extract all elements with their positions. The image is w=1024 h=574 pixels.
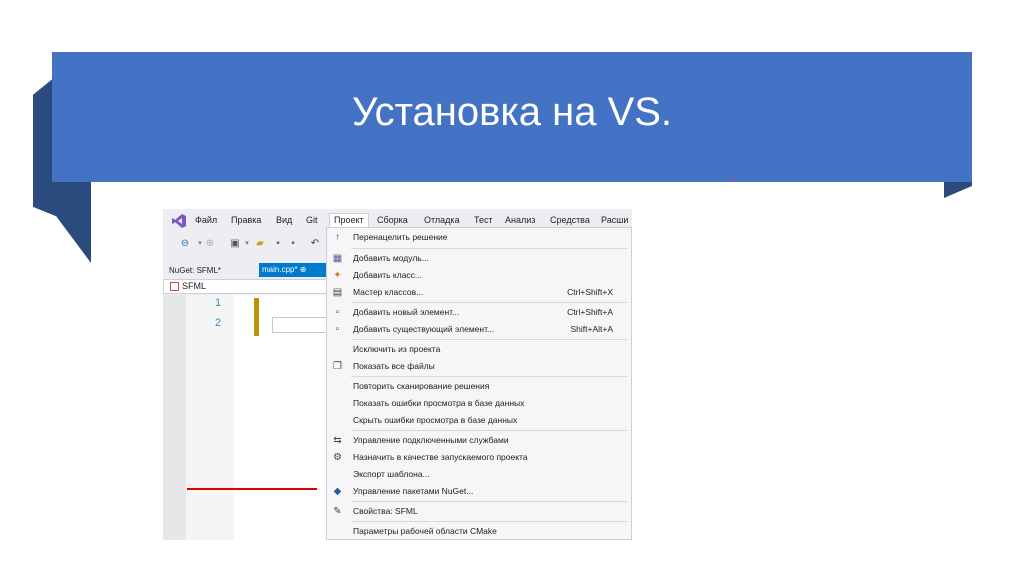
existing-item-icon: ▫ bbox=[335, 324, 340, 335]
line-number: 2 bbox=[215, 317, 222, 329]
line-number-gutter bbox=[186, 295, 234, 540]
back-icon[interactable]: ⊖ bbox=[179, 238, 191, 250]
gear-icon: ⚙ bbox=[333, 452, 342, 463]
menu-file[interactable]: Файл bbox=[195, 215, 217, 225]
class-wizard-icon: ▤ bbox=[332, 287, 343, 298]
menu-item-connected-services[interactable]: ⇆ Управление подключенными службами bbox=[327, 432, 631, 449]
menu-separator bbox=[351, 376, 627, 377]
menu-item-cmake-settings[interactable]: Параметры рабочей области CMake bbox=[327, 523, 631, 540]
code-editor[interactable]: 1 2 bbox=[163, 295, 328, 540]
menu-item-label: Свойства: SFML bbox=[353, 506, 418, 516]
red-underline-annotation bbox=[187, 488, 317, 490]
change-tracking-bar bbox=[254, 298, 259, 336]
services-icon: ⇆ bbox=[333, 435, 342, 446]
menu-item-manage-nuget[interactable]: ◆ Управление пакетами NuGet... bbox=[327, 483, 631, 500]
menu-item-hide-db-errors[interactable]: Скрыть ошибки просмотра в базе данных bbox=[327, 412, 631, 429]
menu-item-exclude[interactable]: Исключить из проекта bbox=[327, 341, 631, 358]
menu-item-retarget[interactable]: ↑ Перенацелить решение bbox=[327, 229, 631, 246]
menu-item-rescan[interactable]: Повторить сканирование решения bbox=[327, 378, 631, 395]
tab-main-cpp[interactable]: main.cpp* ⊕ bbox=[259, 263, 328, 277]
menu-item-label: Повторить сканирование решения bbox=[353, 381, 490, 391]
menu-item-shortcut: Ctrl+Shift+A bbox=[567, 307, 613, 317]
menu-item-label: Скрыть ошибки просмотра в базе данных bbox=[353, 415, 518, 425]
menu-project[interactable]: Проект bbox=[329, 213, 369, 228]
editor-margin bbox=[163, 295, 186, 540]
project-navigation-bar[interactable]: SFML bbox=[163, 279, 328, 294]
menu-separator bbox=[351, 339, 627, 340]
menu-item-show-db-errors[interactable]: Показать ошибки просмотра в базе данных bbox=[327, 395, 631, 412]
menu-extensions[interactable]: Расши bbox=[601, 215, 628, 225]
new-project-icon[interactable]: ▣ bbox=[229, 238, 241, 250]
undo-icon[interactable]: ↶ bbox=[309, 238, 321, 250]
menu-analyze[interactable]: Анализ bbox=[505, 215, 535, 225]
menu-item-label: Назначить в качестве запускаемого проект… bbox=[353, 452, 528, 462]
menu-item-shortcut: Ctrl+Shift+X bbox=[567, 287, 613, 297]
menu-item-add-new[interactable]: ▫ Добавить новый элемент... Ctrl+Shift+A bbox=[327, 304, 631, 321]
menu-debug[interactable]: Отладка bbox=[424, 215, 460, 225]
menu-separator bbox=[351, 430, 627, 431]
open-folder-icon[interactable]: ▰ bbox=[254, 238, 266, 250]
menu-item-label: Показать ошибки просмотра в базе данных bbox=[353, 398, 525, 408]
wrench-icon: ✎ bbox=[333, 506, 342, 517]
code-line-highlight bbox=[272, 317, 328, 333]
menu-separator bbox=[351, 521, 627, 522]
menu-test[interactable]: Тест bbox=[474, 215, 493, 225]
menu-item-show-all-files[interactable]: ❐ Показать все файлы bbox=[327, 358, 631, 375]
retarget-icon: ↑ bbox=[335, 232, 340, 243]
menu-item-add-existing[interactable]: ▫ Добавить существующий элемент... Shift… bbox=[327, 321, 631, 338]
menu-item-add-module[interactable]: ▦ Добавить модуль... bbox=[327, 250, 631, 267]
menu-view[interactable]: Вид bbox=[276, 215, 292, 225]
menu-item-label: Добавить существующий элемент... bbox=[353, 324, 495, 334]
menu-item-label: Добавить модуль... bbox=[353, 253, 429, 263]
nav-project-name: SFML bbox=[182, 281, 207, 291]
menu-edit[interactable]: Правка bbox=[231, 215, 261, 225]
menu-item-label: Добавить класс... bbox=[353, 270, 423, 280]
save-all-icon[interactable]: ▪ bbox=[287, 238, 299, 250]
toolbar: ⊖ ▾ ⊕ ▣ ▾ ▰ ▪ ▪ ↶ bbox=[163, 233, 328, 255]
menu-separator bbox=[351, 501, 627, 502]
line-number: 1 bbox=[215, 297, 222, 309]
menu-separator bbox=[351, 248, 627, 249]
new-item-icon: ▫ bbox=[335, 307, 340, 318]
project-menu-dropdown: ↑ Перенацелить решение ▦ Добавить модуль… bbox=[326, 227, 632, 540]
menu-item-label: Показать все файлы bbox=[353, 361, 435, 371]
show-files-icon: ❐ bbox=[333, 361, 342, 372]
menu-item-set-startup[interactable]: ⚙ Назначить в качестве запускаемого прое… bbox=[327, 449, 631, 466]
nuget-icon: ◆ bbox=[333, 486, 342, 497]
menu-item-label: Управление подключенными службами bbox=[353, 435, 509, 445]
tab-nuget-sfml[interactable]: NuGet: SFML* bbox=[169, 266, 221, 275]
menu-git[interactable]: Git bbox=[306, 215, 318, 225]
visual-studio-logo-icon bbox=[172, 214, 186, 228]
save-icon[interactable]: ▪ bbox=[272, 238, 284, 250]
menu-item-shortcut: Shift+Alt+A bbox=[570, 324, 613, 334]
add-class-icon: ✦ bbox=[333, 270, 342, 281]
new-dropdown-icon[interactable]: ▾ bbox=[241, 238, 253, 250]
cpp-project-icon bbox=[170, 282, 179, 291]
menu-item-label: Мастер классов... bbox=[353, 287, 424, 297]
menu-item-label: Управление пакетами NuGet... bbox=[353, 486, 474, 496]
menu-item-label: Параметры рабочей области CMake bbox=[353, 526, 497, 536]
menu-item-label: Добавить новый элемент... bbox=[353, 307, 460, 317]
menu-separator bbox=[351, 302, 627, 303]
menu-item-class-wizard[interactable]: ▤ Мастер классов... Ctrl+Shift+X bbox=[327, 284, 631, 301]
menu-item-properties[interactable]: ✎ Свойства: SFML bbox=[327, 503, 631, 520]
menu-tools[interactable]: Средства bbox=[550, 215, 590, 225]
menu-item-label: Исключить из проекта bbox=[353, 344, 441, 354]
menu-item-label: Перенацелить решение bbox=[353, 232, 448, 242]
vs-screenshot: Файл Правка Вид Git Проект Сборка Отладк… bbox=[163, 209, 632, 540]
forward-icon[interactable]: ⊕ bbox=[204, 238, 216, 250]
red-mark bbox=[731, 177, 733, 179]
menu-item-export-template[interactable]: Экспорт шаблона... bbox=[327, 466, 631, 483]
menu-item-add-class[interactable]: ✦ Добавить класс... bbox=[327, 267, 631, 284]
document-tabs: NuGet: SFML* main.cpp* ⊕ bbox=[163, 263, 328, 279]
add-module-icon: ▦ bbox=[332, 253, 343, 264]
menu-build[interactable]: Сборка bbox=[377, 215, 408, 225]
slide-title: Установка на VS. bbox=[351, 90, 673, 134]
menu-item-label: Экспорт шаблона... bbox=[353, 469, 430, 479]
